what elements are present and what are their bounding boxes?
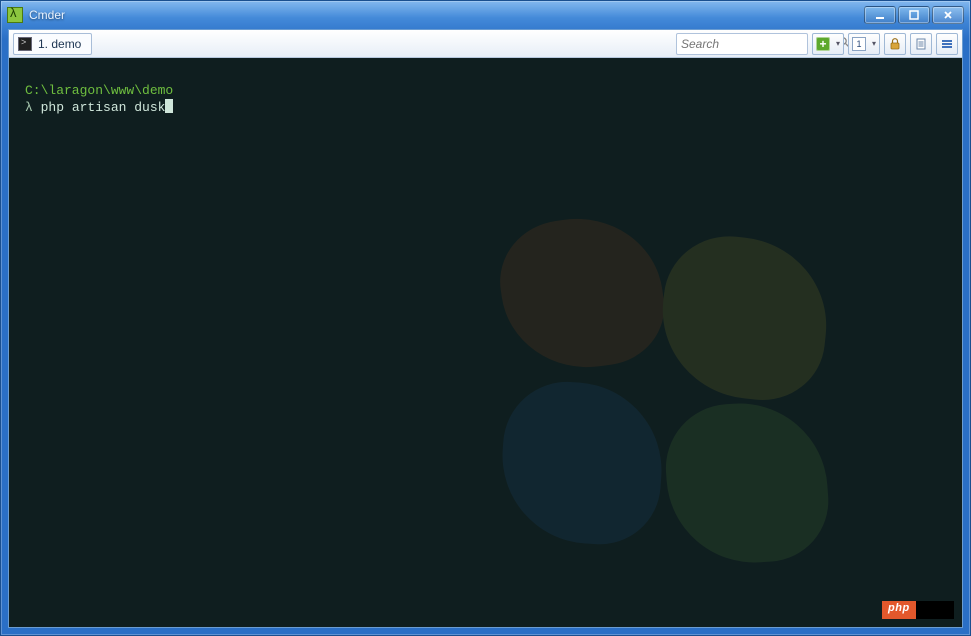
terminal-text: C:\laragon\www\demo λ php artisan dusk [9,58,962,116]
close-button[interactable] [932,6,964,24]
new-tab-button[interactable]: + ▾ [812,33,844,55]
app-icon [7,7,23,23]
tab-label: 1. demo [38,37,81,51]
lock-button[interactable] [884,33,906,55]
console-icon [18,37,32,51]
window-title: Cmder [29,8,65,22]
menu-button[interactable] [936,33,958,55]
client-area: 1. demo + ▾ 1 ▾ [8,29,963,628]
cmder-window: Cmder 1. demo [0,0,971,636]
plus-icon: + [816,37,830,51]
minimize-button[interactable] [864,6,896,24]
toolbar: 1. demo + ▾ 1 ▾ [9,30,962,58]
maximize-icon [908,9,920,21]
minimize-icon [874,9,886,21]
tab-demo[interactable]: 1. demo [13,33,92,55]
chevron-down-icon[interactable]: ▾ [836,39,840,48]
terminal-area[interactable]: C:\laragon\www\demo λ php artisan dusk p… [9,58,962,627]
php-badge-label: php [882,601,916,619]
number-icon: 1 [852,37,866,51]
prompt-symbol: λ [25,100,33,115]
php-badge: php [882,601,954,619]
notes-button[interactable] [910,33,932,55]
close-icon [942,9,954,21]
windows-logo-watermark [472,218,832,578]
chevron-down-icon[interactable]: ▾ [872,39,876,48]
lock-icon [888,37,902,51]
console-list-button[interactable]: 1 ▾ [848,33,880,55]
search-box[interactable] [676,33,808,55]
title-bar[interactable]: Cmder [1,1,970,29]
hamburger-icon [940,37,954,51]
command-text: php artisan dusk [41,100,166,115]
window-controls [864,6,964,24]
maximize-button[interactable] [898,6,930,24]
cwd-path: C:\laragon\www\demo [25,83,173,98]
document-icon [914,37,928,51]
cursor [165,99,173,113]
